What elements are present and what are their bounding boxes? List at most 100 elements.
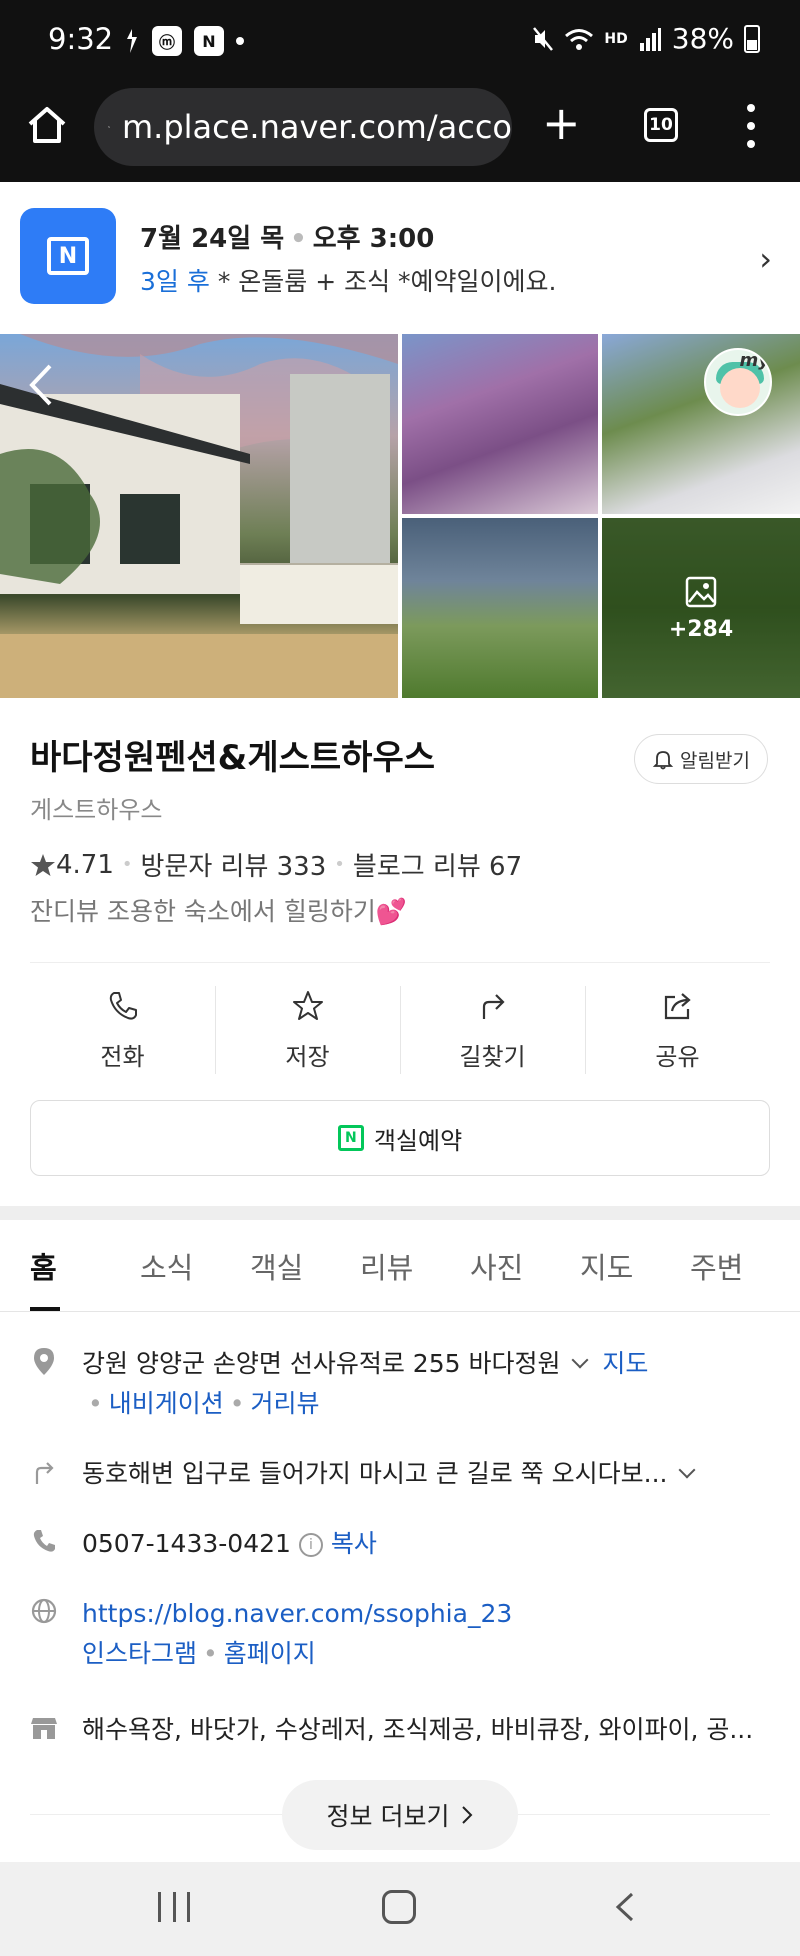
blog-reviews-link[interactable]: 블로그 리뷰 67 [353, 846, 522, 883]
tab-switcher-button[interactable]: 10 [644, 108, 678, 142]
signal-icon [639, 27, 661, 51]
section-divider [0, 1206, 800, 1220]
blog-url-link[interactable]: https://blog.naver.com/ssophia_23 [82, 1599, 512, 1628]
chevron-right-icon[interactable]: › [759, 240, 772, 278]
more-notifications-icon [236, 37, 244, 45]
instagram-link[interactable]: 인스타그램 [82, 1639, 197, 1668]
share-icon [664, 992, 691, 1019]
browser-toolbar: m.place.naver.com/acco + 10 [0, 82, 800, 182]
more-menu-icon[interactable] [745, 104, 757, 148]
back-nav-icon[interactable] [614, 1892, 636, 1922]
star-icon [292, 990, 323, 1020]
store-icon [31, 1718, 57, 1739]
rating-row: 4.71 • 방문자 리뷰 333 • 블로그 리뷰 67 [30, 846, 522, 883]
tab-home[interactable]: 홈 [30, 1220, 140, 1311]
chevron-down-icon[interactable] [678, 1461, 696, 1479]
directions-text: 동호해변 입구로 들어가지 마시고 큰 길로 쭉 오시다보... [82, 1459, 668, 1488]
website-row: https://blog.naver.com/ssophia_23 인스타그램 •… [30, 1594, 780, 1674]
gallery-photo-3[interactable]: my [602, 334, 800, 514]
room-reservation-label: 객실예약 [373, 1126, 463, 1155]
phone-row: 0507-1433-0421 i 복사 [30, 1524, 780, 1564]
tab-reviews[interactable]: 리뷰 [360, 1220, 470, 1311]
maps-notification-icon: N [194, 26, 224, 56]
home-icon[interactable] [26, 104, 68, 146]
bell-icon [652, 751, 674, 770]
phone-icon [109, 991, 137, 1020]
location-pin-icon [34, 1348, 54, 1375]
notify-button[interactable]: 알림받기 [634, 734, 768, 784]
navigation-link[interactable]: 내비게이션 [109, 1389, 224, 1418]
notification-icons: ⓜ N [124, 26, 244, 56]
url-text[interactable]: m.place.naver.com/acco [122, 108, 512, 146]
more-info-label: 정보 더보기 [326, 1802, 450, 1831]
homepage-link[interactable]: 홈페이지 [224, 1639, 316, 1668]
street-view-link[interactable]: 거리뷰 [251, 1389, 320, 1418]
map-link[interactable]: 지도 [602, 1349, 648, 1378]
app-notification-icon: ⓜ [152, 26, 182, 56]
notification-icon [127, 29, 137, 53]
address-text: 강원 양양군 손양면 선사유적로 255 바다정원 [82, 1349, 561, 1378]
place-category: 게스트하우스 [30, 796, 163, 824]
home-nav-icon[interactable] [382, 1890, 416, 1924]
more-photos-overlay[interactable]: +284 [602, 518, 800, 698]
rating-value: 4.71 [56, 849, 114, 880]
battery-percent: 38% [671, 22, 734, 55]
visitor-reviews-link[interactable]: 방문자 리뷰 333 [141, 846, 327, 883]
gallery-photo-4[interactable] [402, 518, 598, 698]
tab-rooms[interactable]: 객실 [250, 1220, 360, 1311]
address-bar[interactable]: m.place.naver.com/acco [94, 88, 512, 166]
copy-link[interactable]: 복사 [331, 1529, 377, 1558]
gallery-photo-5[interactable]: +284 [602, 518, 800, 698]
action-bar: 전화 저장 길찾기 공유 [30, 982, 770, 1078]
call-button[interactable]: 전화 [30, 982, 215, 1078]
notify-label: 알림받기 [680, 749, 750, 772]
save-label: 저장 [285, 1042, 330, 1071]
reservation-time: 오후 3:00 [312, 224, 435, 254]
place-name: 바다정원펜션&게스트하우스 [30, 738, 436, 778]
more-info-button[interactable]: 정보 더보기 [282, 1780, 518, 1850]
wifi-icon [565, 28, 594, 50]
directions-label: 길찾기 [459, 1042, 526, 1071]
reservation-day: 7월 24일 목 [140, 224, 285, 254]
save-button[interactable]: 저장 [215, 982, 400, 1078]
recent-apps-icon[interactable] [158, 1892, 190, 1922]
reservation-description: 3일 후 * 온돌룸 + 조식 *예약일이에요. [140, 262, 557, 298]
call-label: 전화 [100, 1042, 145, 1071]
photo-gallery: my +284 [0, 334, 800, 698]
calendar-letter: N [47, 237, 89, 275]
reservation-banner[interactable]: N 7월 24일 목 • 오후 3:00 3일 후 * 온돌룸 + 조식 *예약일이… [0, 182, 800, 332]
chevron-right-icon [462, 1806, 473, 1824]
amenities-row: 해수욕장, 바닷가, 수상레저, 조식제공, 바비큐장, 와이파이, 공... [30, 1710, 780, 1750]
tab-nearby[interactable]: 주변 [690, 1220, 800, 1311]
calendar-icon: N [20, 208, 116, 304]
gallery-photo-2[interactable] [402, 334, 598, 514]
battery-icon [744, 24, 760, 53]
info-icon[interactable]: i [298, 1533, 323, 1557]
room-reservation-button[interactable]: N 객실예약 [30, 1100, 770, 1176]
tab-photos[interactable]: 사진 [470, 1220, 580, 1311]
hd-voice-label: HD [604, 30, 628, 47]
phone-icon [33, 1530, 55, 1552]
status-bar: 9:32 ⓜ N HD 38% [0, 0, 800, 82]
main-photo[interactable] [0, 334, 398, 698]
directions-row: 동호해변 입구로 들어가지 마시고 큰 길로 쭉 오시다보... [30, 1454, 780, 1494]
tab-map[interactable]: 지도 [580, 1220, 690, 1311]
main-photo-illustration [0, 334, 398, 698]
reservation-room: * 온돌룸 + 조식 *예약일이에요. [217, 267, 557, 296]
route-icon [35, 1462, 54, 1484]
tab-news[interactable]: 소식 [140, 1220, 250, 1311]
system-icons: HD 38% [532, 22, 760, 55]
back-arrow-icon[interactable] [26, 362, 56, 408]
chevron-down-icon[interactable] [571, 1351, 589, 1369]
new-tab-icon[interactable]: + [542, 100, 581, 146]
share-label: 공유 [655, 1042, 700, 1071]
globe-icon [31, 1598, 57, 1624]
rating-star-icon [31, 853, 55, 876]
site-settings-icon[interactable] [108, 114, 110, 140]
address-row: 강원 양양군 손양면 선사유적로 255 바다정원 지도 • 내비게이션 • 거리뷰 [30, 1344, 780, 1424]
my-profile-badge[interactable]: my [704, 348, 772, 416]
clock: 9:32 [48, 22, 114, 56]
share-button[interactable]: 공유 [585, 982, 770, 1078]
directions-button[interactable]: 길찾기 [400, 982, 585, 1078]
divider [30, 962, 770, 963]
